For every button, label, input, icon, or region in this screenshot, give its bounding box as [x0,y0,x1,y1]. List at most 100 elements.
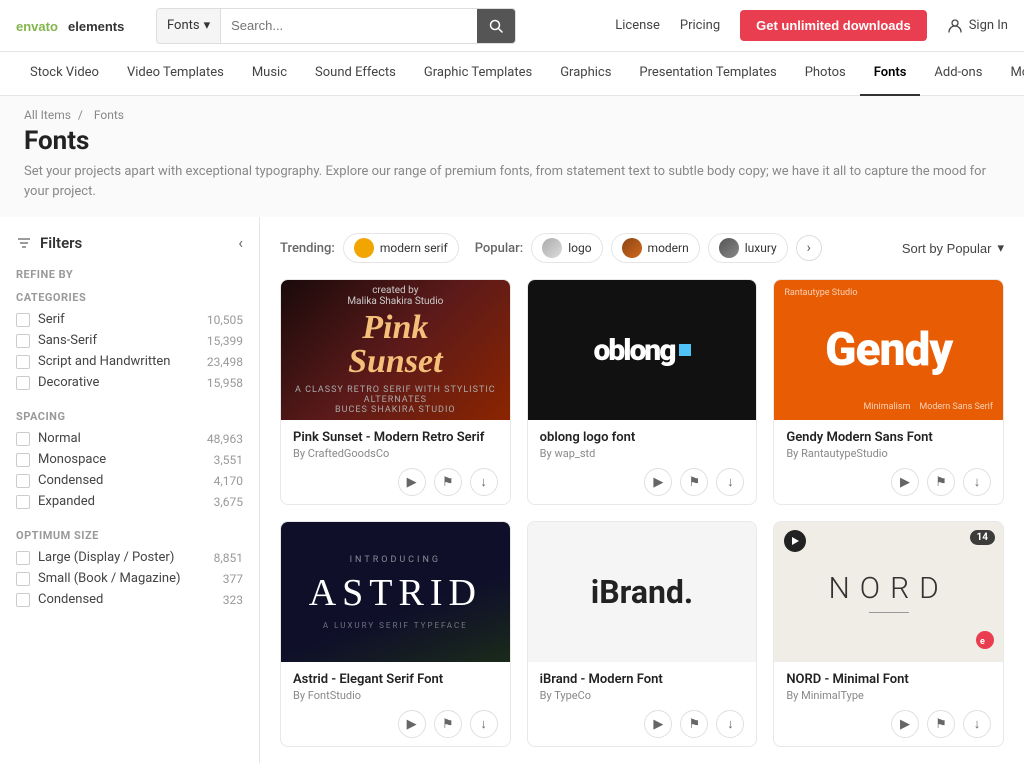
checkbox-condensed[interactable] [16,474,30,488]
filter-name-condensed2[interactable]: Condensed [38,592,103,607]
checkbox-decorative[interactable] [16,376,30,390]
card-bookmark-button-3[interactable]: ⚑ [927,468,955,496]
card-info-4: Astrid - Elegant Serif Font By FontStudi… [281,662,510,710]
filter-name-monospace[interactable]: Monospace [38,452,106,467]
filter-name-small[interactable]: Small (Book / Magazine) [38,571,181,586]
filter-count-sans-serif: 15,399 [207,334,243,348]
optimum-size-title: Optimum Size [16,529,243,542]
checkbox-sans-serif[interactable] [16,334,30,348]
card-preview-button-4[interactable]: ▶ [398,710,426,738]
user-icon [947,18,963,34]
popular-tag-modern[interactable]: modern [611,233,700,263]
nav-item-addons[interactable]: Add-ons [920,52,996,96]
font-card-3[interactable]: Rantautype Studio Gendy Minimalism Moder… [773,279,1004,505]
card-download-button-4[interactable]: ↓ [470,710,498,738]
filter-section-categories: Categories Serif 10,505 Sans-Serif 15,39… [16,291,243,390]
search-input[interactable] [221,9,477,43]
card-preview-button-5[interactable]: ▶ [644,710,672,738]
card-bookmark-button-6[interactable]: ⚑ [927,710,955,738]
card-image-wrapper-3: Rantautype Studio Gendy Minimalism Moder… [774,280,1003,420]
page-header-section: All Items / Fonts Fonts Set your project… [0,96,1024,217]
popular-tag-luxury-label: luxury [745,241,777,255]
card-image-6: NORD [774,522,1003,662]
card-download-button-2[interactable]: ↓ [716,468,744,496]
logo[interactable]: envato elements [16,9,136,43]
sort-chevron-icon [997,240,1004,256]
checkbox-normal[interactable] [16,432,30,446]
logo-svg: envato elements [16,9,136,37]
filter-name-script[interactable]: Script and Handwritten [38,354,170,369]
nav-item-sound-effects[interactable]: Sound Effects [301,52,410,96]
popular-tag-logo[interactable]: logo [531,233,602,263]
card-preview-button-6[interactable]: ▶ [891,710,919,738]
popular-tag-luxury[interactable]: luxury [708,233,788,263]
filter-name-expanded[interactable]: Expanded [38,494,95,509]
nav-item-fonts[interactable]: Fonts [860,52,921,96]
card-preview-button-2[interactable]: ▶ [644,468,672,496]
nav-item-presentation-templates[interactable]: Presentation Templates [625,52,790,96]
checkbox-expanded[interactable] [16,495,30,509]
card-info-1: Pink Sunset - Modern Retro Serif By Craf… [281,420,510,468]
font-card-4[interactable]: Introducing ASTRID A Luxury Serif Typefa… [280,521,511,747]
checkbox-small[interactable] [16,572,30,586]
nav-item-video-templates[interactable]: Video Templates [113,52,238,96]
breadcrumb-all-items[interactable]: All Items [24,108,71,122]
trending-tag-label: modern serif [380,241,448,255]
header-nav: License Pricing Get unlimited downloads … [615,10,1008,41]
filters-label: Filters [16,234,82,252]
card-bookmark-button-1[interactable]: ⚑ [434,468,462,496]
search-dropdown[interactable]: Fonts [157,9,221,43]
carousel-next-button[interactable]: › [796,235,822,261]
card-download-button-5[interactable]: ↓ [716,710,744,738]
card-tagline: A CLASSY RETRO SERIF WITH STYLISTIC ALTE… [281,385,510,415]
nav-item-more[interactable]: More [996,52,1024,96]
nav-item-music[interactable]: Music [238,52,301,96]
card-info-6: NORD - Minimal Font By MinimalType [774,662,1003,710]
checkbox-script[interactable] [16,355,30,369]
card-download-button-1[interactable]: ↓ [470,468,498,496]
nav-item-graphics[interactable]: Graphics [546,52,625,96]
unlimited-downloads-button[interactable]: Get unlimited downloads [740,10,927,41]
license-link[interactable]: License [615,18,660,33]
filter-name-serif[interactable]: Serif [38,312,65,327]
collapse-sidebar-button[interactable]: ‹ [238,233,243,252]
card-actions-4: ▶ ⚑ ↓ [281,710,510,746]
card-image-1: created byMalika Shakira Studio PinkSuns… [281,280,510,420]
card-image-wrapper-2: oblong [528,280,757,420]
filter-name-decorative[interactable]: Decorative [38,375,99,390]
card-preview-button-3[interactable]: ▶ [891,468,919,496]
nav-item-graphic-templates[interactable]: Graphic Templates [410,52,546,96]
nav-item-stock-video[interactable]: Stock Video [16,52,113,96]
pricing-link[interactable]: Pricing [680,18,720,33]
card-title-1: Pink Sunset - Modern Retro Serif [293,430,498,445]
trending-tag-modern-serif[interactable]: modern serif [343,233,459,263]
checkbox-large[interactable] [16,551,30,565]
card-download-button-3[interactable]: ↓ [963,468,991,496]
checkbox-condensed2[interactable] [16,593,30,607]
checkbox-monospace[interactable] [16,453,30,467]
font-card-5[interactable]: iBrand. iBrand - Modern Font By TypeCo ▶… [527,521,758,747]
card-bookmark-button-5[interactable]: ⚑ [680,710,708,738]
search-button[interactable] [477,9,515,43]
font-card-2[interactable]: oblong oblong logo font By wap_std ▶ ⚑ ↓ [527,279,758,505]
search-dropdown-label: Fonts [167,18,200,33]
card-download-button-6[interactable]: ↓ [963,710,991,738]
card-bookmark-button-4[interactable]: ⚑ [434,710,462,738]
filter-name-large[interactable]: Large (Display / Poster) [38,550,174,565]
card-actions-2: ▶ ⚑ ↓ [528,468,757,504]
filter-name-sans-serif[interactable]: Sans-Serif [38,333,97,348]
trending-dot [354,238,374,258]
checkbox-serif[interactable] [16,313,30,327]
nav-item-photos[interactable]: Photos [791,52,860,96]
card-author-6: By MinimalType [786,689,991,702]
filter-name-normal[interactable]: Normal [38,431,81,446]
font-card-1[interactable]: created byMalika Shakira Studio PinkSuns… [280,279,511,505]
signin-button[interactable]: Sign In [947,18,1008,34]
font-card-6[interactable]: NORD 14 e NORD - Minimal Font By Minimal… [773,521,1004,747]
card-bookmark-button-2[interactable]: ⚑ [680,468,708,496]
filter-section-optimum-size: Optimum Size Large (Display / Poster) 8,… [16,529,243,607]
filter-name-condensed[interactable]: Condensed [38,473,103,488]
sort-button[interactable]: Sort by Popular [902,240,1004,256]
card-title-6: NORD - Minimal Font [786,672,991,687]
card-preview-button-1[interactable]: ▶ [398,468,426,496]
